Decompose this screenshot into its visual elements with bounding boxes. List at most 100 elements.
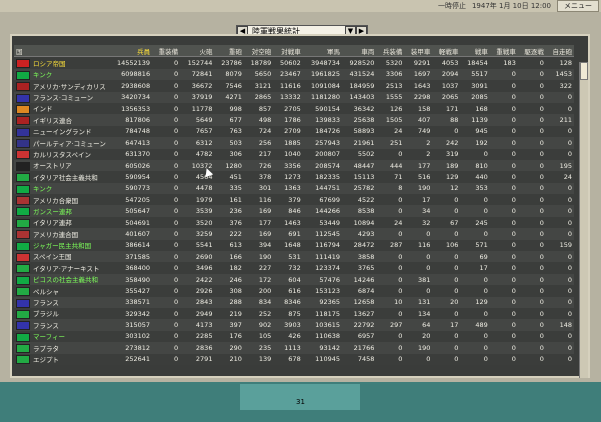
column-header[interactable]: 軽戦車 xyxy=(432,45,461,58)
table-row[interactable]: アメリカ連合国 401607 0 3259 222 169 691 112545 4293 0 0 0… xyxy=(14,228,574,240)
country-name: アメリカ連合国 xyxy=(33,230,79,239)
stat-cell: 1040 xyxy=(273,148,303,160)
stat-cell: 169 xyxy=(243,205,274,217)
table-row[interactable]: パールティア·コミューン 647413 0 6312 503 256 1885 257943 2… xyxy=(14,137,574,149)
table-row[interactable]: イタリア·アナーキスト 368400 0 3496 182 227 732 123374 376… xyxy=(14,262,574,274)
stat-cell: 190 xyxy=(404,342,433,354)
column-header[interactable]: 重砲 xyxy=(214,45,244,58)
stat-cell: 184726 xyxy=(302,125,342,138)
pause-label[interactable]: 一時停止 xyxy=(438,1,466,11)
column-header[interactable]: 国 xyxy=(14,45,108,58)
stat-cell: 236 xyxy=(214,205,244,217)
table-row[interactable]: オーストリア 605026 0 10372 1280 726 3356 208574 48447… xyxy=(14,159,574,172)
table-row[interactable]: イタリア社会主義共和 590954 0 4564 451 378 1273 182335 151… xyxy=(14,171,574,183)
stat-cell: 24 xyxy=(545,171,574,183)
table-row[interactable]: フランス·コミューン 3420734 0 37919 4271 2865 13332 1181… xyxy=(14,91,574,103)
table-row[interactable]: ブラジル 329342 0 2949 219 252 875 118175 13627 0 134 0… xyxy=(14,307,574,320)
table-row[interactable]: キンク 590773 0 4478 335 301 1363 144751 25782 8 190 1… xyxy=(14,182,574,195)
stat-cell: 88 xyxy=(432,114,461,126)
stat-cell: 0 xyxy=(517,251,546,263)
stat-cell: 0 xyxy=(152,205,181,217)
column-header[interactable]: 対空砲 xyxy=(243,45,274,58)
stat-cell: 1979 xyxy=(180,194,215,206)
stat-cell: 0 xyxy=(460,330,490,343)
stat-cell: 37919 xyxy=(180,91,215,103)
stat-cell: 2949 xyxy=(180,307,215,320)
stat-cell: 0 xyxy=(489,102,518,115)
column-header[interactable]: 車両 xyxy=(342,45,377,58)
stat-cell: 0 xyxy=(432,353,461,365)
column-header[interactable]: 戦車 xyxy=(460,45,490,58)
column-header[interactable]: 重装備 xyxy=(152,45,181,58)
stat-cell: 0 xyxy=(489,80,518,92)
stat-cell: 20 xyxy=(432,296,461,308)
stat-cell: 158 xyxy=(404,102,433,115)
table-row[interactable]: イギリス連合 817806 0 5649 677 498 1786 139833 25638 15… xyxy=(14,114,574,126)
stat-cell: 0 xyxy=(376,228,405,240)
stat-cell: 287 xyxy=(376,239,405,252)
stat-cell: 190 xyxy=(404,182,433,195)
table-row[interactable]: ニューイングランド 784748 0 7657 763 724 2709 184726 5889… xyxy=(14,125,574,138)
table-row[interactable]: ジャガー民主共和国 386614 0 5541 613 394 1648 116794 2847… xyxy=(14,239,574,252)
stat-cell: 726 xyxy=(243,159,274,172)
table-row[interactable]: アメリカ合衆国 547205 0 1979 161 116 379 67699 4522 0 17 0… xyxy=(14,194,574,206)
table-row[interactable]: ペルシャ 355427 0 2926 308 200 616 153123 6874 0 0 0 0 0 0… xyxy=(14,285,574,297)
stat-cell: 12658 xyxy=(342,296,377,308)
country-name: パールティア·コミューン xyxy=(33,139,106,148)
column-header[interactable]: 兵員 xyxy=(107,45,153,58)
table-row[interactable]: フランス 315057 0 4173 397 902 3903 103615 22792 297 6… xyxy=(14,319,574,331)
stat-cell: 36342 xyxy=(342,102,377,115)
stat-cell: 0 xyxy=(460,285,490,297)
table-row[interactable]: カルリスタスペイン 631370 0 4782 306 217 1040 200807 5502… xyxy=(14,148,574,160)
table-row[interactable]: キンク 6098816 0 72841 8079 5650 23467 1961825 4315… xyxy=(14,68,574,81)
table-row[interactable]: インド 1356353 0 11778 998 857 2705 590154 36342 126… xyxy=(14,102,574,115)
table-row[interactable]: ロシア帝国 14552139 0 152744 23786 18789 50602 39487… xyxy=(14,56,574,69)
country-name: フランス xyxy=(33,321,59,330)
flag-icon xyxy=(16,344,30,354)
table-row[interactable]: マーフィー 303102 0 2285 176 105 426 110638 6957 0 20 0 0… xyxy=(14,330,574,343)
stat-cell: 20 xyxy=(404,330,433,343)
table-row[interactable]: ラプラタ 273812 0 2836 290 235 1113 93142 21766 0 190 0… xyxy=(14,342,574,354)
column-header[interactable]: 自走砲 xyxy=(545,45,574,58)
stat-cell: 338571 xyxy=(107,296,153,308)
stat-cell: 0 xyxy=(432,125,461,138)
column-header[interactable]: 駆逐戦 xyxy=(517,45,546,58)
stat-cell: 143403 xyxy=(342,91,377,103)
stat-cell: 0 xyxy=(517,137,546,149)
table-row[interactable]: イタリア連邦 504691 0 3520 376 177 1463 53449 10894 24 3… xyxy=(14,216,574,229)
stat-cell: 0 xyxy=(376,307,405,320)
stat-cell: 319 xyxy=(432,148,461,160)
stat-cell: 0 xyxy=(152,296,181,308)
stat-cell: 902 xyxy=(243,319,274,331)
stat-cell: 0 xyxy=(152,159,181,172)
stat-cell: 875 xyxy=(273,307,303,320)
bottom-tab xyxy=(240,384,360,410)
country-name: ガンスー連邦 xyxy=(33,207,72,216)
stat-cell: 6312 xyxy=(180,137,215,149)
table-row[interactable]: スペイン王国 371585 0 2690 166 190 531 111419 3858 0 0 0 6… xyxy=(14,251,574,263)
column-header[interactable]: 重戦車 xyxy=(489,45,518,58)
stat-cell: 0 xyxy=(489,171,518,183)
stat-cell: 0 xyxy=(152,148,181,160)
column-header[interactable]: 対戦車 xyxy=(273,45,303,58)
column-header[interactable]: 軍馬 xyxy=(302,45,342,58)
menu-button[interactable]: メニュー xyxy=(557,0,599,12)
scroll-thumb[interactable] xyxy=(580,62,588,80)
stat-cell: 431524 xyxy=(342,68,377,81)
table-row[interactable]: アメリカ·サンディカリス 2938608 0 36672 7546 3121 11616 10… xyxy=(14,80,574,92)
table-row[interactable]: ピコスの社会主義共和 358490 0 2422 246 172 604 57476 14246… xyxy=(14,273,574,286)
stat-cell: 111419 xyxy=(302,251,342,263)
column-header[interactable]: 火砲 xyxy=(180,45,215,58)
table-row[interactable]: エジプト 252641 0 2791 210 139 678 110945 7458 0 0 0 0 0 0… xyxy=(14,353,574,365)
table-row[interactable]: フランス 338571 0 2843 288 834 8346 92365 12658 10 131… xyxy=(14,296,574,308)
column-header[interactable]: 兵装備 xyxy=(376,45,405,58)
stat-cell: 0 xyxy=(517,80,546,92)
column-header[interactable]: 装甲車 xyxy=(404,45,433,58)
stat-cell: 3539 xyxy=(180,205,215,217)
stat-cell: 5650 xyxy=(243,68,274,81)
stat-cell: 0 xyxy=(517,262,546,274)
stat-cell: 0 xyxy=(489,330,518,343)
scrollbar[interactable] xyxy=(579,62,588,378)
table-row[interactable]: ガンスー連邦 505647 0 3539 236 169 846 144266 8538 0 34 0… xyxy=(14,205,574,217)
stat-cell: 0 xyxy=(489,285,518,297)
